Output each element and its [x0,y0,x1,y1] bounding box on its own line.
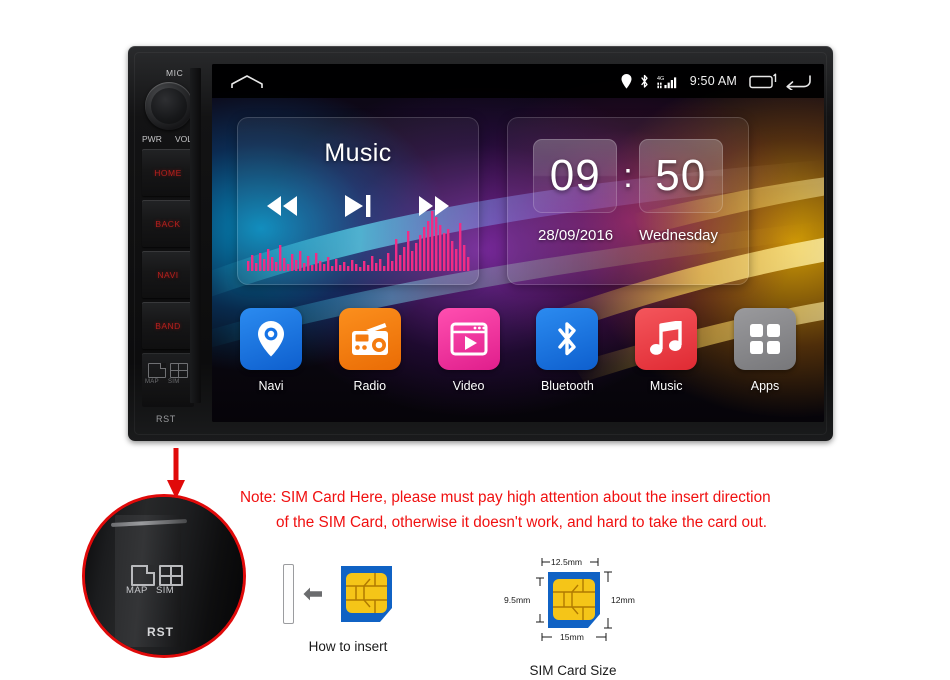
bluetooth-icon [558,322,577,356]
sim-card-illustration [341,566,392,622]
apps-app-tile[interactable] [733,308,796,370]
video-play-icon [450,322,488,356]
status-bar: 4G 9:50 AM [212,64,824,98]
reset-label: RST [156,414,176,424]
app-dock: Navi Radio Video Bluetooth Music Apps [224,308,812,416]
dim-left-label: 9.5mm [504,595,530,605]
hardware-button-back-label: BACK [155,218,181,229]
app-label-music: Music [649,379,683,393]
music-widget[interactable]: Music [237,117,479,285]
sim-warning-note: Note: SIM Card Here, please must pay hig… [240,485,860,535]
map-card-icon [148,363,166,378]
app-label-video: Video [452,379,485,393]
sim-slot-callout: MAP SIM RST [82,494,246,658]
home-icon[interactable] [230,74,264,89]
app-item-radio[interactable]: Radio [329,308,411,393]
clock-weekday: Wednesday [639,227,719,244]
mic-label: MIC [166,68,184,78]
hardware-button-home[interactable]: HOME [142,149,194,196]
hardware-button-band-label: BAND [155,320,181,331]
video-app-tile[interactable] [437,308,500,370]
clock-hours: 09 [533,139,618,213]
clock-separator: : [623,156,633,195]
app-item-apps[interactable]: Apps [724,308,806,393]
hardware-button-home-label: HOME [154,167,182,178]
bluetooth-app-tile[interactable] [536,308,599,370]
back-arrow-icon[interactable] [784,73,812,90]
dim-bottom-label: 15mm [560,632,584,642]
sim-slot-label: SIM [168,379,180,385]
callout-map-label: MAP [126,585,148,596]
sim-size-figure: 12.5mm 9.5mm 12mm 15mm SIM Card Size [498,552,658,678]
dim-top-label: 12.5mm [551,557,582,567]
map-card-icon [131,565,155,586]
sim-insert-figure: How to insert [283,558,435,654]
hardware-button-navi[interactable]: NAVI [142,251,194,298]
pwr-label: PWR [142,134,162,144]
volume-power-knob[interactable] [145,82,193,130]
hardware-button-navi-label: NAVI [157,269,179,280]
car-stereo-head-unit: MIC PWR VOL HOME BACK NAVI BAND MAP SIM … [128,46,833,441]
music-app-tile[interactable] [635,308,698,370]
callout-reset-label: RST [147,625,174,639]
radio-icon [351,323,388,355]
app-label-apps: Apps [750,379,780,393]
app-item-bluetooth[interactable]: Bluetooth [526,308,608,393]
callout-sim-label: SIM [156,585,175,596]
svg-text:4G: 4G [657,76,664,82]
hardware-button-band[interactable]: BAND [142,302,194,349]
audio-visualizer [247,211,470,271]
sim-insert-caption: How to insert [308,639,388,654]
sim-size-caption: SIM Card Size [529,663,617,678]
sim-insert-illustration [283,558,435,630]
sim-card-icon [159,565,183,586]
clock-date-row: 28/09/2016 Wednesday [507,227,749,244]
map-slot-label: MAP [145,379,159,385]
bluetooth-icon [641,74,648,88]
sim-card-icon [170,363,188,378]
signal-4g-icon: 4G [657,76,676,88]
app-label-bluetooth: Bluetooth [540,379,594,393]
location-pin-icon [621,73,632,89]
callout-arrow-icon [167,448,185,499]
hardware-button-back[interactable]: BACK [142,200,194,247]
sim-slot-opening [283,564,294,624]
panel-divider-rail [190,68,201,403]
recent-apps-icon[interactable] [749,73,777,89]
status-bar-clock: 9:50 AM [689,74,737,88]
clock-widget[interactable]: 09 : 50 28/09/2016 Wednesday [507,117,749,285]
touchscreen-display[interactable]: 4G 9:50 AM Music 09: 50 28/09/2016 Wedn… [212,64,824,422]
left-arrow-icon [303,587,322,601]
navi-app-tile[interactable] [240,308,302,370]
map-pin-icon [258,321,284,357]
clock-date: 28/09/2016 [537,227,614,244]
app-item-video[interactable]: Video [428,308,510,393]
music-widget-title: Music [324,139,392,167]
music-note-icon [650,321,682,355]
grid-apps-icon [749,324,780,354]
clock-minutes: 50 [638,139,723,213]
flip-clock: 09 : 50 [507,137,749,215]
note-line-2: of the SIM Card, otherwise it doesn't wo… [276,514,767,531]
card-slot-block[interactable]: MAP SIM [142,353,194,407]
app-label-navi: Navi [258,379,284,393]
app-item-navi[interactable]: Navi [230,308,312,393]
radio-app-tile[interactable] [338,308,401,370]
status-indicators: 4G 9:50 AM [621,64,812,98]
app-label-radio: Radio [353,379,387,393]
dim-right-label: 12mm [611,595,635,605]
app-item-music[interactable]: Music [625,308,707,393]
sim-size-diagram: 12.5mm 9.5mm 12mm 15mm [504,557,635,642]
note-line-1: Note: SIM Card Here, please must pay hig… [240,489,771,506]
